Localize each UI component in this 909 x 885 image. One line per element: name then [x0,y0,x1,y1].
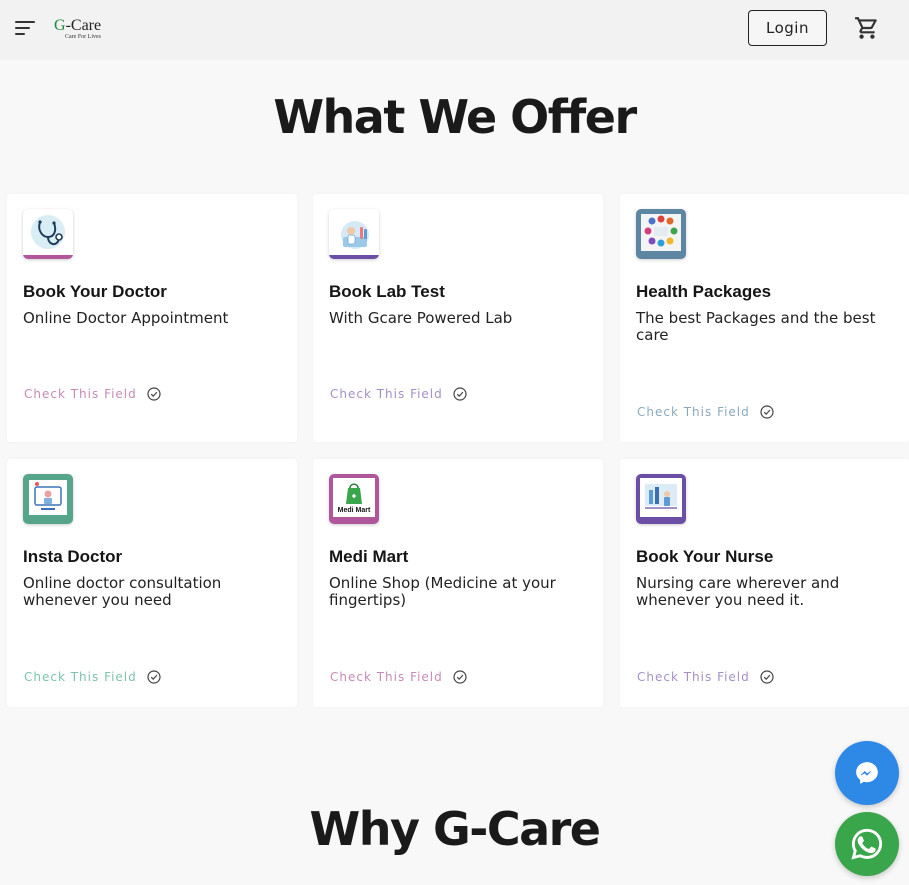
check-field-link[interactable]: Check This Field [637,670,774,684]
service-card-medi-mart[interactable]: Medi Mart Medi Mart Online Shop (Medicin… [313,459,603,707]
service-card-book-doctor[interactable]: Book Your Doctor Online Doctor Appointme… [7,194,297,442]
cart-icon[interactable] [854,15,880,41]
service-card-health-packages[interactable]: Health Packages The best Packages and th… [620,194,909,442]
check-field-label: Check This Field [330,387,443,401]
logo-rest: -Care [65,17,102,34]
card-description: Online doctor consultation whenever you … [23,574,222,609]
card-description: With Gcare Powered Lab [329,309,513,327]
check-field-link[interactable]: Check This Field [330,387,467,401]
service-card-lab-test[interactable]: Book Lab Test With Gcare Powered Lab Che… [313,194,603,442]
check-field-label: Check This Field [24,670,137,684]
messenger-button[interactable] [835,741,899,805]
card-title: Health Packages [636,282,772,301]
insta-doctor-icon [23,474,73,524]
check-circle-icon [453,387,467,401]
check-circle-icon [760,670,774,684]
check-circle-icon [147,670,161,684]
what-we-offer-title: What We Offer [273,90,637,144]
card-description: Nursing care wherever and whenever you n… [636,574,840,609]
nurse-icon [636,474,686,524]
check-circle-icon [147,387,161,401]
check-field-link[interactable]: Check This Field [637,405,774,419]
check-field-link[interactable]: Check This Field [24,387,161,401]
logo-initial: G [54,17,66,34]
medi-mart-icon: Medi Mart [329,474,379,524]
card-description: The best Packages and the best care [636,309,876,344]
check-circle-icon [453,670,467,684]
service-card-insta-doctor[interactable]: Insta Doctor Online doctor consultation … [7,459,297,707]
check-field-label: Check This Field [330,670,443,684]
card-title: Medi Mart [329,547,409,566]
whatsapp-button[interactable] [835,812,899,876]
card-title: Book Your Nurse [636,547,774,566]
lab-test-icon [329,209,379,259]
check-field-label: Check This Field [637,405,750,419]
why-gcare-title: Why G-Care [309,802,601,856]
card-title: Book Your Doctor [23,282,167,301]
top-navbar: G-Care Care For Lives Login [0,0,909,60]
medi-mart-icon-text: Medi Mart [338,507,371,514]
stethoscope-icon [23,209,73,259]
check-field-label: Check This Field [637,670,750,684]
check-field-link[interactable]: Check This Field [330,670,467,684]
health-packages-icon [636,209,686,259]
card-title: Insta Doctor [23,547,123,566]
whatsapp-icon [851,828,883,860]
check-circle-icon [760,405,774,419]
logo[interactable]: G-Care Care For Lives [54,17,101,41]
login-button[interactable]: Login [748,10,827,46]
menu-icon[interactable] [15,19,37,37]
check-field-label: Check This Field [24,387,137,401]
card-title: Book Lab Test [329,282,445,301]
card-description: Online Shop (Medicine at your fingertips… [329,574,556,609]
logo-tagline: Care For Lives [65,34,101,40]
check-field-link[interactable]: Check This Field [24,670,161,684]
service-card-book-nurse[interactable]: Book Your Nurse Nursing care wherever an… [620,459,909,707]
card-description: Online Doctor Appointment [23,309,229,327]
messenger-icon [856,762,878,784]
